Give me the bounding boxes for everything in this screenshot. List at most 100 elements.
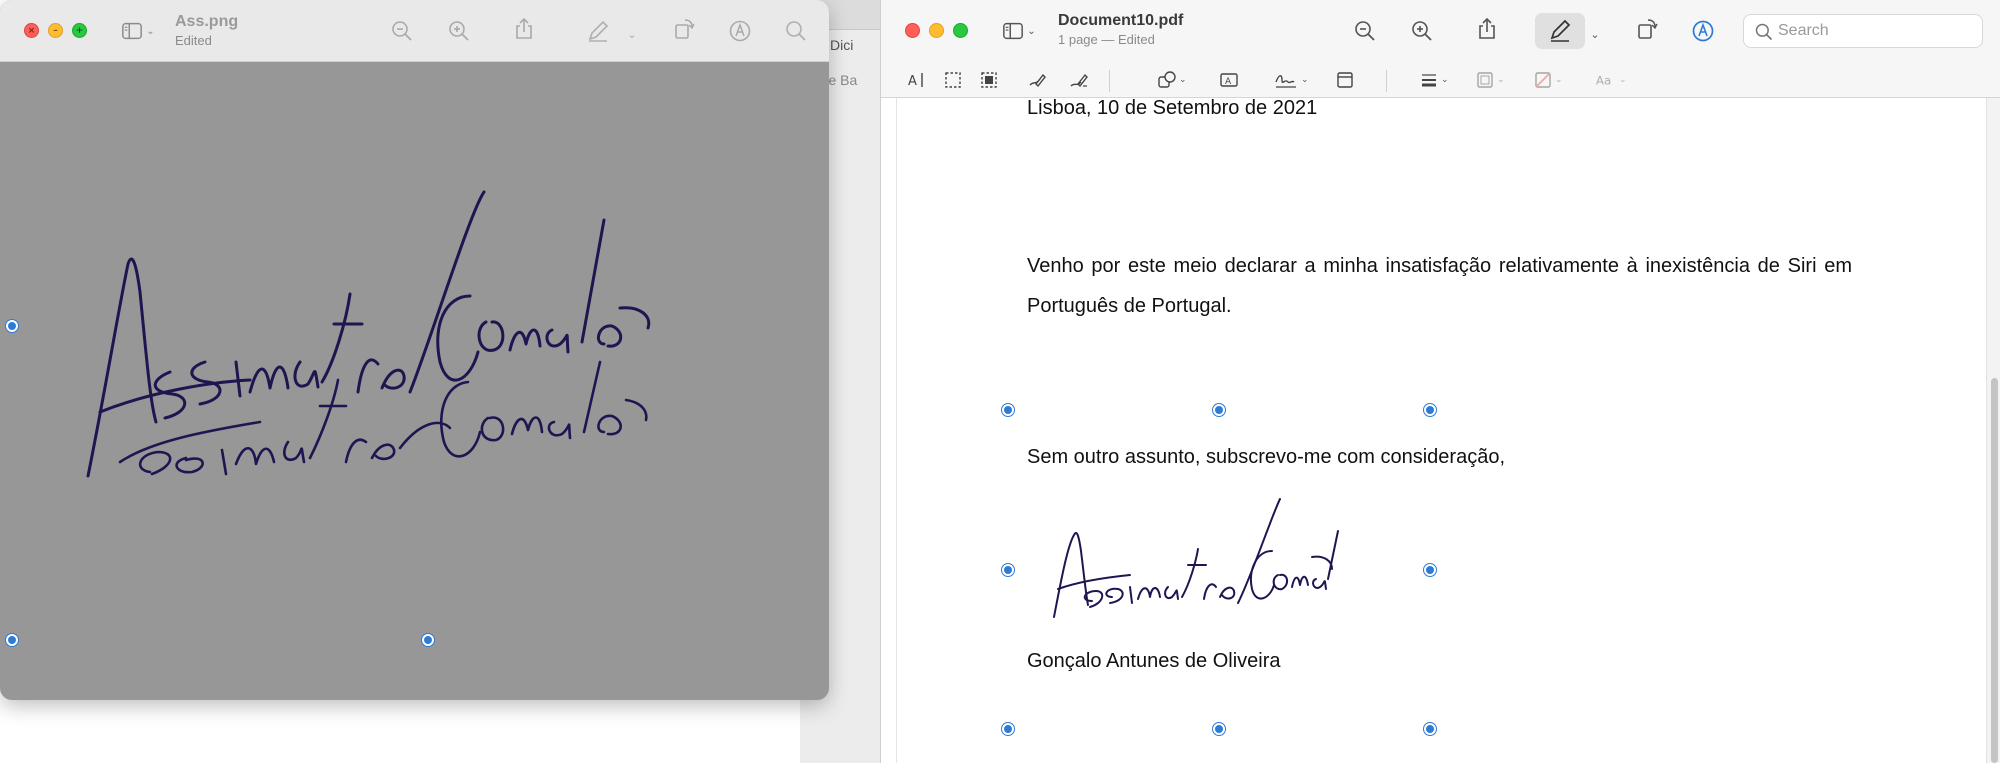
markup-circle-icon xyxy=(1692,20,1714,42)
scrollbar-thumb[interactable] xyxy=(1991,378,1998,763)
letter-date-line: Lisboa, 10 de Setembro de 2021 xyxy=(1027,97,1318,119)
chevron-down-icon: ⌄ xyxy=(1590,27,1600,41)
zoom-out-icon xyxy=(392,21,412,41)
note-tool[interactable] xyxy=(1335,68,1355,92)
signature-image[interactable] xyxy=(0,62,829,700)
share-icon xyxy=(1479,17,1495,39)
sign-tool[interactable]: ⌄ xyxy=(1273,68,1309,92)
selection-handle-top[interactable] xyxy=(1213,404,1225,416)
chevron-down-icon: ⌄ xyxy=(1555,75,1563,85)
sidebar-toggle-button[interactable]: ⌄ xyxy=(114,15,162,47)
preview-window-subtitle: Edited xyxy=(175,33,212,48)
toolbar-separator xyxy=(1386,70,1387,92)
toolbar-separator xyxy=(1109,70,1110,92)
text-box-tool[interactable]: A xyxy=(1219,68,1239,92)
selection-handle-bottom[interactable] xyxy=(422,634,434,646)
text-style-icon: Aa xyxy=(1596,74,1611,88)
zoom-out-button[interactable] xyxy=(1349,15,1381,47)
desktop: V Dici move Ba × – + ⌄ Ass.png Edited xyxy=(0,0,2000,763)
rotate-icon xyxy=(675,19,695,39)
markup-pen-button[interactable] xyxy=(582,15,614,47)
selection-handle-top-right[interactable] xyxy=(1424,404,1436,416)
chevron-down-icon: ⌄ xyxy=(1179,75,1187,85)
zoom-in-icon xyxy=(449,21,469,41)
sketch-tool[interactable] xyxy=(1027,68,1047,92)
highlight-pen-icon xyxy=(1550,19,1571,42)
markup-toolbar-button[interactable] xyxy=(724,15,756,47)
shapes-tool[interactable]: ⌄ xyxy=(1157,68,1187,92)
letter-closing: Sem outro assunto, subscrevo-me com cons… xyxy=(1027,446,1505,468)
selection-handle-right[interactable] xyxy=(1424,564,1436,576)
selection-handle-bottom-right[interactable] xyxy=(1424,723,1436,735)
rotate-button[interactable] xyxy=(1631,13,1663,45)
letter-signer-name: Gonçalo Antunes de Oliveira xyxy=(1027,650,1281,672)
preview-window: × – + ⌄ Ass.png Edited ⌄ xyxy=(0,0,829,700)
share-button[interactable] xyxy=(508,13,540,45)
line-style-tool[interactable]: ⌄ xyxy=(1419,68,1449,92)
search-icon xyxy=(786,21,806,41)
letter-body-paragraph: Venho por este meio declarar a minha ins… xyxy=(1027,255,1852,317)
selection-handle-bottom-left[interactable] xyxy=(1002,723,1014,735)
svg-text:A: A xyxy=(1225,77,1232,87)
sign-icon xyxy=(1275,75,1296,88)
markup-pen-menu-button[interactable]: ⌄ xyxy=(625,18,639,50)
fill-color-tool[interactable]: ⌄ xyxy=(1533,68,1563,92)
chevron-down-icon: ⌄ xyxy=(1027,25,1036,37)
text-style-tool[interactable]: Aa ⌄ xyxy=(1595,68,1627,92)
markup-pen-icon xyxy=(588,20,609,42)
chevron-down-icon: ⌄ xyxy=(146,25,155,37)
zoom-in-button[interactable] xyxy=(443,15,475,47)
draw-tool[interactable] xyxy=(1069,68,1089,92)
zoom-in-button[interactable] xyxy=(1406,15,1438,47)
search-button[interactable] xyxy=(780,15,812,47)
text-select-icon: A xyxy=(908,73,923,89)
svg-text:Aa: Aa xyxy=(1596,74,1611,88)
zoom-out-button[interactable] xyxy=(386,15,418,47)
preview-titlebar: × – + ⌄ Ass.png Edited ⌄ xyxy=(0,0,829,62)
share-button[interactable] xyxy=(1471,13,1503,45)
markup-circle-icon xyxy=(729,20,751,42)
selection-handle-left[interactable] xyxy=(1002,564,1014,576)
minimize-button[interactable] xyxy=(929,23,944,38)
signature-strokes-primary xyxy=(86,190,651,478)
smart-lasso-tool[interactable] xyxy=(979,68,999,92)
sidebar-icon xyxy=(1003,22,1024,40)
shapes-icon xyxy=(1158,71,1176,88)
close-button[interactable] xyxy=(905,23,920,38)
markup-toolbar-button[interactable] xyxy=(1687,15,1719,47)
text-selection-tool[interactable]: A xyxy=(907,68,927,92)
svg-text:A: A xyxy=(908,74,917,89)
rotate-button[interactable] xyxy=(668,13,700,45)
note-icon xyxy=(1337,72,1353,88)
search-input[interactable] xyxy=(1778,22,1968,40)
signature-strokes xyxy=(1053,498,1339,618)
smart-lasso-icon xyxy=(981,72,997,88)
signature-annotation[interactable] xyxy=(1040,495,1340,625)
sidebar-toggle-button[interactable]: ⌄ xyxy=(995,15,1043,47)
border-color-tool[interactable]: ⌄ xyxy=(1475,68,1505,92)
pdf-titlebar: ⌄ Document10.pdf 1 page — Edited ⌄ xyxy=(881,0,2000,62)
selection-handle-top-left[interactable] xyxy=(1002,404,1014,416)
vertical-scrollbar[interactable] xyxy=(1986,98,2000,763)
selection-handle-left[interactable] xyxy=(6,320,18,332)
sketch-icon xyxy=(1029,73,1046,88)
close-button[interactable]: × xyxy=(24,23,39,38)
share-icon xyxy=(516,17,532,39)
zoom-in-icon xyxy=(1412,21,1432,41)
zoom-button[interactable] xyxy=(953,23,968,38)
chevron-down-icon: ⌄ xyxy=(627,27,637,41)
pdf-window-title: Document10.pdf xyxy=(1058,12,1184,29)
rectangular-selection-tool[interactable] xyxy=(943,68,963,92)
highlight-pen-menu-button[interactable]: ⌄ xyxy=(1588,18,1602,50)
highlight-pen-button[interactable] xyxy=(1535,13,1585,49)
background-tab-fragment[interactable]: Dici xyxy=(830,37,853,53)
draw-icon xyxy=(1070,73,1088,88)
zoom-out-icon xyxy=(1355,21,1375,41)
minimize-button[interactable]: – xyxy=(48,23,63,38)
pdf-window-subtitle: 1 page — Edited xyxy=(1058,32,1155,47)
selection-handle-bottom-left[interactable] xyxy=(6,634,18,646)
search-field[interactable] xyxy=(1743,14,1983,48)
selection-handle-bottom[interactable] xyxy=(1213,723,1225,735)
zoom-button[interactable]: + xyxy=(72,23,87,38)
chevron-down-icon: ⌄ xyxy=(1441,75,1449,85)
